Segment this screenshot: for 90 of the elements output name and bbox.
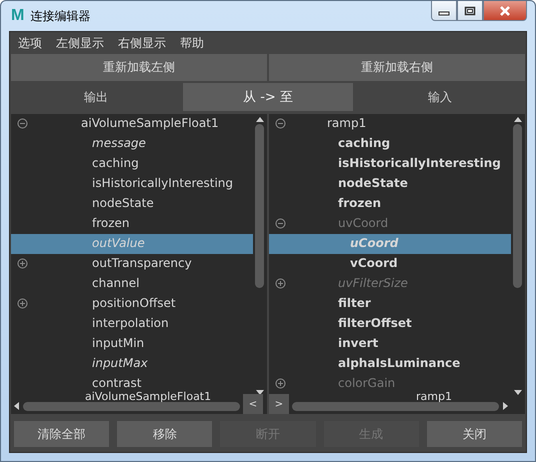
tab[interactable]: 输入 (355, 83, 525, 111)
attribute-name: uvCoord (338, 216, 388, 230)
list-row[interactable]: frozen (269, 194, 511, 214)
attribute-name: message (92, 136, 146, 150)
attribute-name: filterOffset (338, 316, 412, 330)
attribute-name: outTransparency (92, 256, 192, 270)
horizontal-scrollbar[interactable] (13, 400, 240, 412)
collapse-icon[interactable] (17, 118, 28, 129)
attribute-name: nodeState (92, 196, 154, 210)
list-row[interactable]: message (11, 134, 253, 154)
list-row[interactable]: caching (11, 154, 253, 174)
attribute-name: channel (92, 276, 140, 290)
close-button[interactable] (483, 1, 527, 21)
expand-icon[interactable] (275, 378, 286, 389)
attribute-name: isHistoricallyInteresting (338, 156, 501, 170)
action-button[interactable]: 移除 (117, 421, 212, 447)
maximize-button[interactable] (457, 1, 483, 21)
attribute-name: aiVolumeSampleFloat1 (81, 116, 219, 130)
reload-button[interactable]: 重新加载左侧 (11, 54, 267, 81)
scroll-down-icon[interactable] (512, 390, 522, 396)
action-button[interactable]: 清除全部 (14, 421, 110, 447)
attribute-name: uvFilterSize (338, 276, 408, 290)
menu-item[interactable]: 右侧显示 (118, 34, 166, 52)
attribute-name: alphaIsLuminance (338, 356, 460, 370)
shift-button[interactable]: < (243, 394, 263, 414)
tab[interactable]: 从 -> 至 (183, 83, 353, 111)
expand-icon[interactable] (275, 278, 286, 289)
vertical-scrollbar[interactable] (254, 116, 265, 396)
list-row[interactable]: invert (269, 334, 511, 354)
attribute-name: caching (92, 156, 139, 170)
attribute-name: outValue (92, 236, 145, 250)
list-row[interactable]: channel (11, 274, 253, 294)
reload-button[interactable]: 重新加载右侧 (269, 54, 525, 81)
list-row[interactable]: isHistoricallyInteresting (11, 174, 253, 194)
vertical-scrollbar[interactable] (512, 116, 523, 396)
shift-button[interactable]: > (269, 394, 289, 414)
attribute-name: inputMin (92, 336, 144, 350)
list-row[interactable]: aiVolumeSampleFloat1 (11, 114, 253, 134)
attribute-name: frozen (92, 216, 130, 230)
list-row[interactable]: filterOffset (269, 314, 511, 334)
expand-icon[interactable] (17, 298, 28, 309)
attribute-name: isHistoricallyInteresting (92, 176, 234, 190)
list-row[interactable]: interpolation (11, 314, 253, 334)
list-row[interactable]: isHistoricallyInteresting (269, 154, 511, 174)
attribute-name: colorGain (338, 376, 396, 390)
list-row[interactable]: alphaIsLuminance (269, 354, 511, 374)
menu-item[interactable]: 左侧显示 (56, 34, 104, 52)
attribute-name: frozen (338, 196, 382, 210)
window-title: 连接编辑器 (30, 8, 90, 24)
attribute-name: invert (338, 336, 378, 350)
menu-item[interactable]: 帮助 (180, 34, 204, 52)
scroll-right-icon[interactable] (503, 401, 509, 411)
expand-icon[interactable] (17, 258, 28, 269)
list-row[interactable]: filter (269, 294, 511, 314)
attribute-name: ramp1 (327, 116, 366, 130)
list-row[interactable]: outTransparency (11, 254, 253, 274)
horizontal-scrollbar[interactable] (292, 400, 509, 412)
node-name: aiVolumeSampleFloat1 (85, 390, 212, 403)
action-button[interactable]: 关闭 (426, 421, 522, 447)
attribute-name: interpolation (92, 316, 169, 330)
attribute-name: caching (338, 136, 390, 150)
node-name: ramp1 (416, 390, 452, 403)
collapse-icon[interactable] (275, 118, 286, 129)
list-row[interactable]: frozen (11, 214, 253, 234)
scroll-left-icon[interactable] (13, 401, 19, 411)
scroll-up-icon[interactable] (254, 116, 264, 122)
tab[interactable]: 输出 (11, 83, 181, 111)
list-row[interactable]: inputMin (11, 334, 253, 354)
list-row[interactable]: caching (269, 134, 511, 154)
attribute-name: nodeState (338, 176, 408, 190)
attribute-name: inputMax (92, 356, 148, 370)
list-row[interactable]: positionOffset (11, 294, 253, 314)
list-row[interactable]: ramp1 (269, 114, 511, 134)
list-row[interactable]: nodeState (11, 194, 253, 214)
collapse-icon[interactable] (275, 218, 286, 229)
close-icon (498, 4, 512, 16)
list-row[interactable]: nodeState (269, 174, 511, 194)
menu-item[interactable]: 选项 (18, 34, 42, 52)
list-row[interactable]: inputMax (11, 354, 253, 374)
scroll-down-icon[interactable] (254, 390, 264, 396)
attribute-name: contrast (92, 376, 142, 390)
attribute-name: positionOffset (92, 296, 176, 310)
scroll-up-icon[interactable] (512, 116, 522, 122)
app-logo: M (11, 7, 24, 25)
attribute-name: filter (338, 296, 371, 310)
minimize-button[interactable] (431, 1, 457, 21)
maximize-icon (464, 6, 476, 16)
attribute-name: vCoord (350, 256, 398, 270)
attribute-name: uCoord (350, 236, 398, 250)
list-row[interactable]: vCoord (269, 254, 511, 274)
